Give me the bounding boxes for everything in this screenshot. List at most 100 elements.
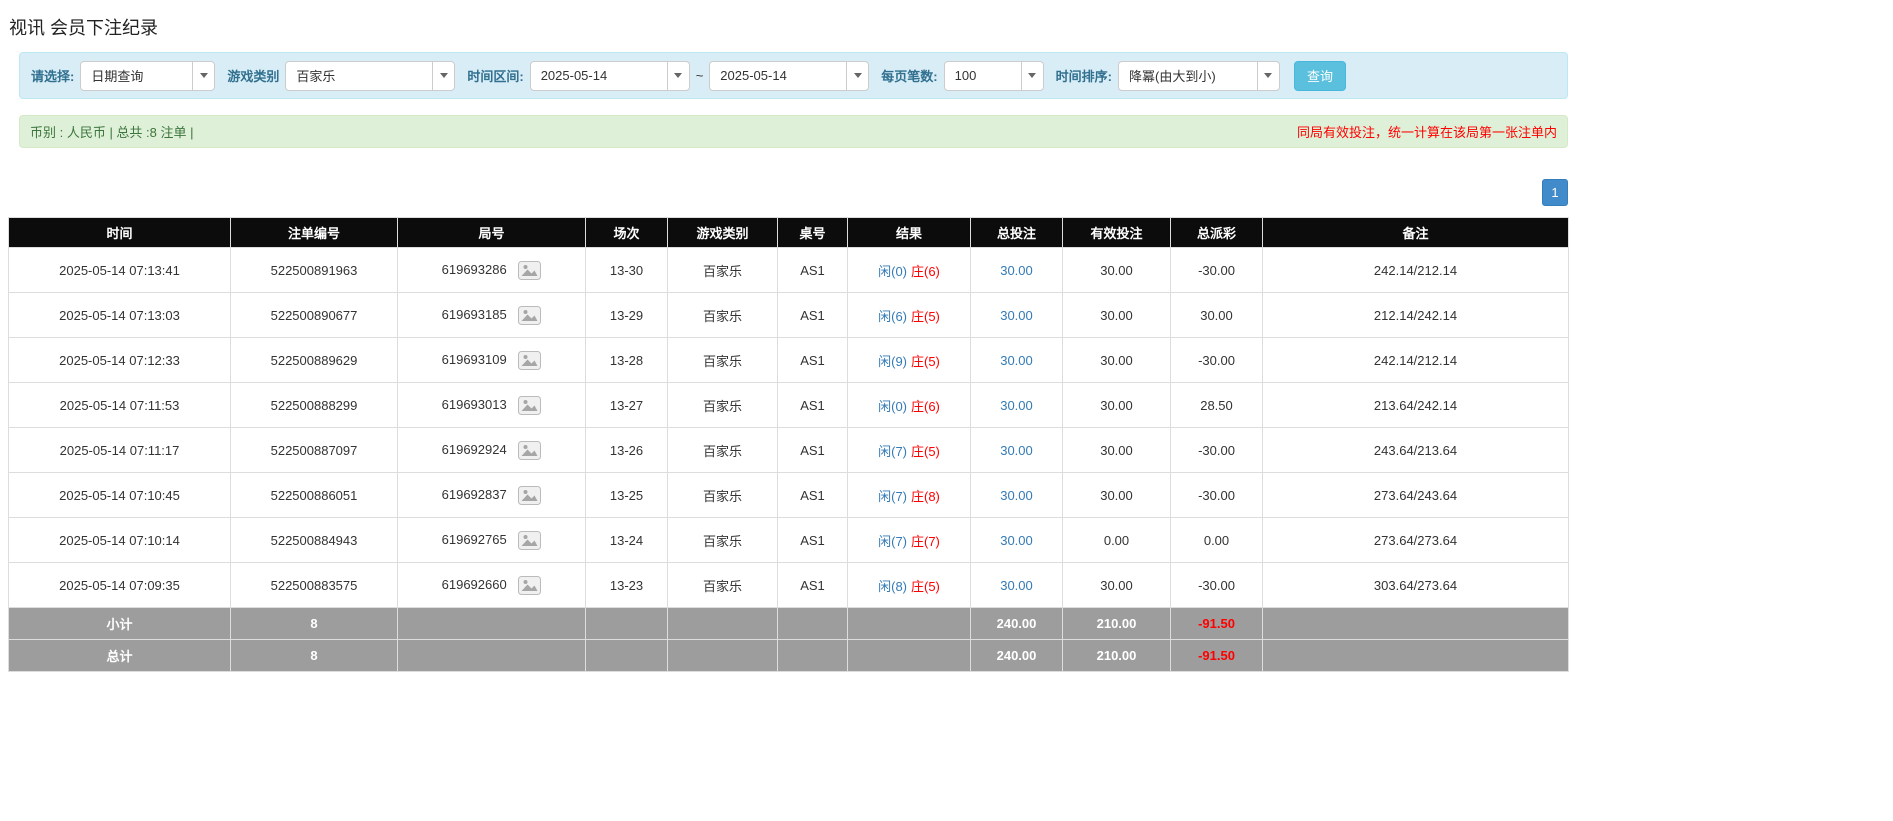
subtotal-row: 小计 8 240.00 210.00 -91.50 [8, 607, 1569, 640]
round-id-text: 619693109 [441, 351, 507, 367]
cell-game-type: 百家乐 [667, 517, 778, 563]
cell-table-no: AS1 [777, 292, 848, 338]
header-valid-bet: 有效投注 [1062, 217, 1171, 248]
header-bet-id: 注单编号 [230, 217, 398, 248]
total-bet-link[interactable]: 30.00 [1000, 308, 1033, 323]
cell-total-bet: 30.00 [970, 427, 1063, 473]
cell-total-bet: 30.00 [970, 292, 1063, 338]
game-type-label: 游戏类别 [227, 69, 280, 84]
result-banker: 庄(8) [911, 488, 940, 504]
cell-total-bet: 30.00 [970, 382, 1063, 428]
cell-bet-id: 522500890677 [230, 292, 398, 338]
empty-cell [397, 639, 586, 672]
cell-result: 闲(8) 庄(5) [847, 562, 971, 608]
page-size-value: 100 [954, 68, 977, 83]
chevron-down-icon[interactable] [1256, 61, 1279, 90]
chevron-down-icon[interactable] [666, 61, 689, 90]
empty-cell [585, 639, 668, 672]
chevron-down-icon[interactable] [432, 61, 454, 90]
cell-note: 273.64/273.64 [1262, 517, 1569, 563]
cell-time: 2025-05-14 07:11:17 [8, 427, 231, 473]
empty-cell [777, 639, 848, 672]
query-type-value: 日期查询 [91, 69, 144, 84]
notice-text: 同局有效投注，统一计算在该局第一张注单内 [1296, 125, 1557, 140]
round-image-icon[interactable] [518, 260, 542, 280]
round-image-icon[interactable] [518, 395, 542, 415]
cell-session: 13-25 [585, 472, 668, 518]
table-row: 2025-05-14 07:13:41 522500891963 6196932… [8, 247, 1569, 293]
round-id-text: 619693013 [441, 396, 507, 412]
cell-result: 闲(6) 庄(5) [847, 292, 971, 338]
total-bet-link[interactable]: 30.00 [1000, 578, 1033, 593]
table-body: 2025-05-14 07:13:41 522500891963 6196932… [8, 247, 1569, 608]
table-row: 2025-05-14 07:09:35 522500883575 6196926… [8, 562, 1569, 608]
empty-cell [1262, 607, 1569, 640]
round-image-icon[interactable] [518, 440, 542, 460]
total-bet-link[interactable]: 30.00 [1000, 443, 1033, 458]
total-bet-link[interactable]: 30.00 [1000, 263, 1033, 278]
cell-payout: -30.00 [1170, 472, 1263, 518]
cell-table-no: AS1 [777, 337, 848, 383]
cell-bet-id: 522500883575 [230, 562, 398, 608]
sort-value: 降冪(由大到小) [1128, 69, 1216, 84]
table-row: 2025-05-14 07:11:17 522500887097 6196929… [8, 427, 1569, 473]
round-image-icon[interactable] [518, 530, 542, 550]
round-image-icon[interactable] [518, 575, 542, 595]
chevron-down-icon[interactable] [1020, 61, 1043, 90]
page-1-button[interactable]: 1 [1542, 179, 1568, 206]
round-id-text: 619693286 [441, 261, 507, 277]
total-bet-link[interactable]: 30.00 [1000, 398, 1033, 413]
cell-round-id: 619692765 [397, 517, 586, 563]
cell-game-type: 百家乐 [667, 337, 778, 383]
round-id-text: 619692765 [441, 531, 507, 547]
cell-game-type: 百家乐 [667, 472, 778, 518]
round-image-icon[interactable] [518, 350, 542, 370]
chevron-down-icon[interactable] [846, 61, 868, 90]
cell-note: 242.14/212.14 [1262, 247, 1569, 293]
cell-valid-bet: 30.00 [1062, 472, 1171, 518]
empty-cell [847, 607, 971, 640]
cell-time: 2025-05-14 07:13:03 [8, 292, 231, 338]
total-label: 总计 [8, 639, 231, 672]
game-type-dropdown[interactable]: 百家乐 [285, 60, 456, 91]
cell-bet-id: 522500884943 [230, 517, 398, 563]
subtotal-total-bet: 240.00 [970, 607, 1063, 640]
chevron-down-icon[interactable] [192, 61, 214, 90]
cell-time: 2025-05-14 07:11:53 [8, 382, 231, 428]
result-banker: 庄(6) [911, 398, 940, 414]
cell-payout: -30.00 [1170, 337, 1263, 383]
cell-note: 212.14/242.14 [1262, 292, 1569, 338]
pagination: 1 [0, 179, 1568, 206]
total-bet-link[interactable]: 30.00 [1000, 488, 1033, 503]
query-type-dropdown[interactable]: 日期查询 [80, 60, 216, 91]
cell-payout: 0.00 [1170, 517, 1263, 563]
result-player: 闲(7) [878, 443, 907, 459]
cell-session: 13-28 [585, 337, 668, 383]
result-banker: 庄(6) [911, 263, 940, 279]
subtotal-label: 小计 [8, 607, 231, 640]
empty-cell [847, 639, 971, 672]
total-payout: -91.50 [1170, 639, 1263, 672]
page-size-dropdown[interactable]: 100 [943, 60, 1044, 91]
sort-dropdown[interactable]: 降冪(由大到小) [1117, 60, 1280, 91]
records-table: 时间 注单编号 局号 场次 游戏类别 桌号 结果 总投注 有效投注 总派彩 备注… [8, 217, 1569, 672]
date-to-dropdown[interactable]: 2025-05-14 [709, 60, 870, 91]
search-button[interactable]: 查询 [1293, 60, 1346, 91]
total-bet-link[interactable]: 30.00 [1000, 353, 1033, 368]
cell-round-id: 619692924 [397, 427, 586, 473]
cell-session: 13-29 [585, 292, 668, 338]
round-image-icon[interactable] [518, 305, 542, 325]
cell-payout: -30.00 [1170, 427, 1263, 473]
empty-cell [585, 607, 668, 640]
table-row: 2025-05-14 07:10:45 522500886051 6196928… [8, 472, 1569, 518]
round-image-icon[interactable] [518, 485, 542, 505]
empty-cell [1262, 639, 1569, 672]
result-player: 闲(0) [878, 398, 907, 414]
date-from-dropdown[interactable]: 2025-05-14 [529, 60, 690, 91]
header-session: 场次 [585, 217, 668, 248]
range-separator: ~ [695, 68, 704, 83]
total-bet-link[interactable]: 30.00 [1000, 533, 1033, 548]
total-total-bet: 240.00 [970, 639, 1063, 672]
cell-valid-bet: 30.00 [1062, 382, 1171, 428]
cell-total-bet: 30.00 [970, 472, 1063, 518]
